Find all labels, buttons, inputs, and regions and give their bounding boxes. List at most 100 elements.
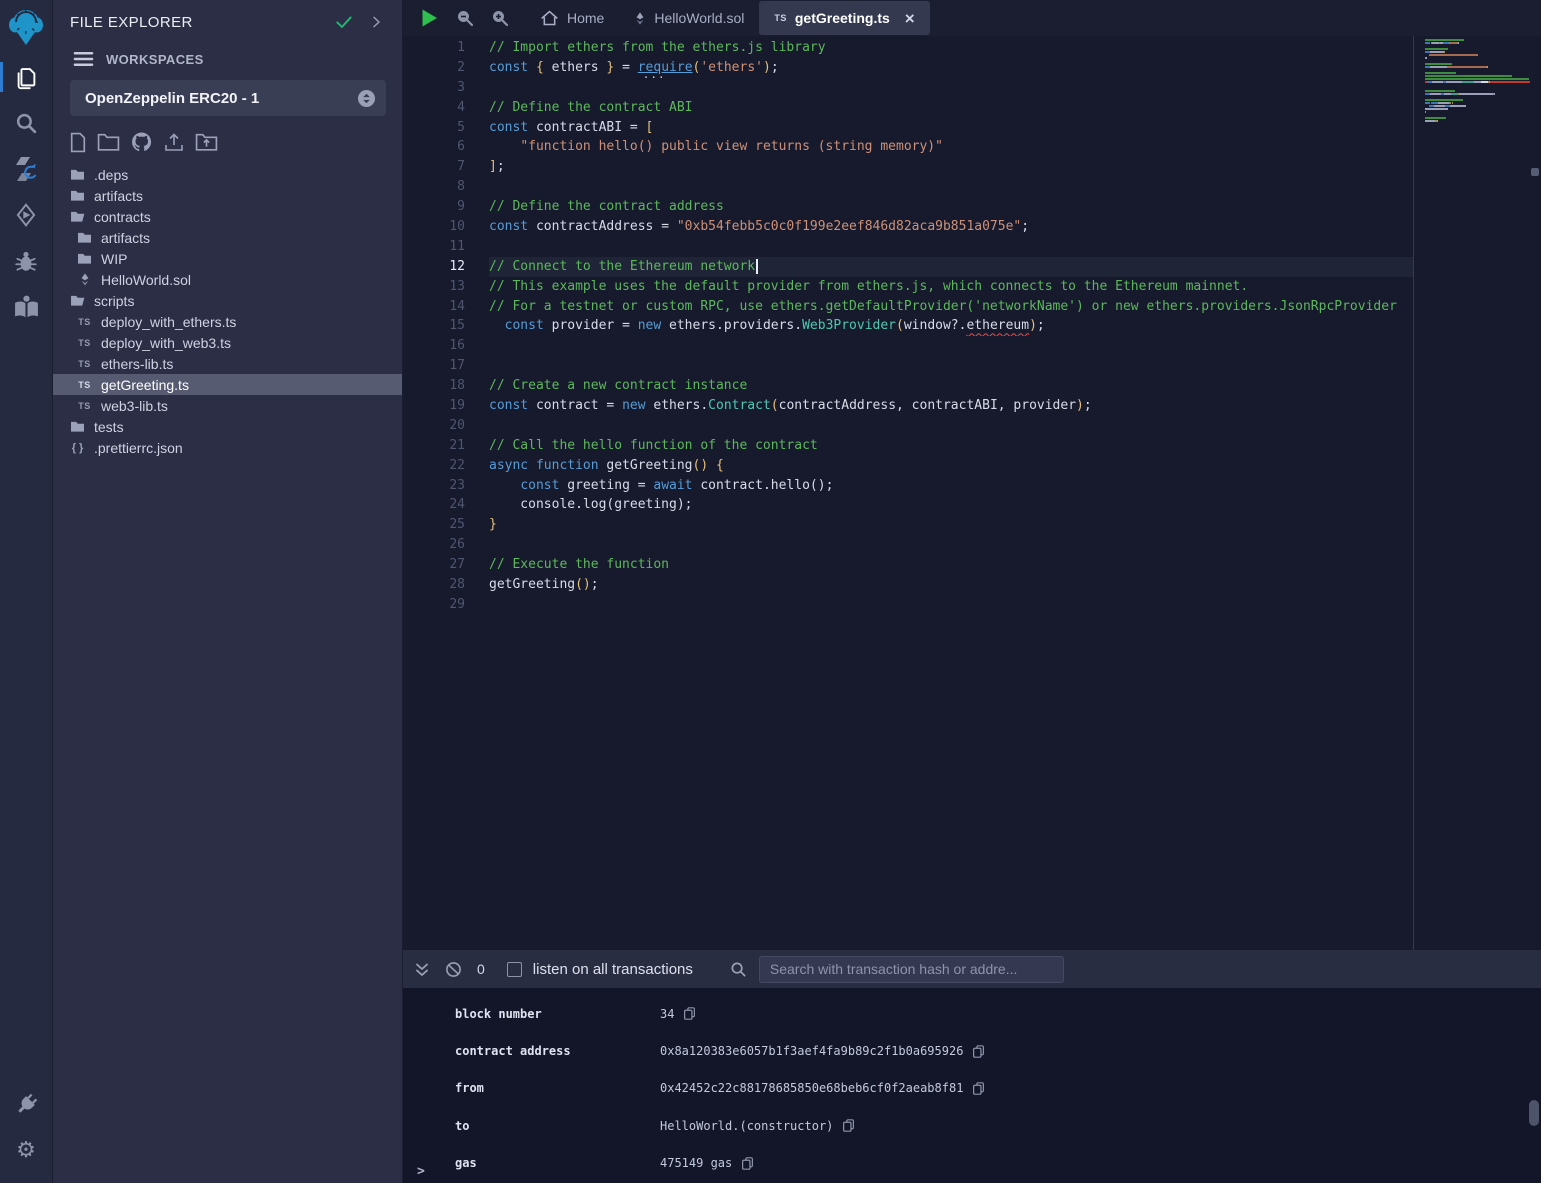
- code-line-8[interactable]: 8: [403, 177, 1413, 197]
- code-line-9[interactable]: 9// Define the contract address: [403, 197, 1413, 217]
- tree-item-scripts[interactable]: scripts: [53, 290, 402, 311]
- line-number[interactable]: 10: [403, 217, 489, 237]
- line-number[interactable]: 29: [403, 595, 489, 615]
- code-line-28[interactable]: 28getGreeting();: [403, 575, 1413, 595]
- solidity-compiler-icon[interactable]: [0, 146, 52, 192]
- github-icon[interactable]: [130, 131, 153, 153]
- tab-HelloWorld.sol[interactable]: HelloWorld.sol: [619, 0, 759, 36]
- ban-icon[interactable]: [445, 961, 462, 978]
- line-number[interactable]: 7: [403, 157, 489, 177]
- tree-item-web3-lib.ts[interactable]: TSweb3-lib.ts: [53, 395, 402, 416]
- line-number[interactable]: 15: [403, 316, 489, 336]
- code-line-12[interactable]: 12// Connect to the Ethereum network: [403, 257, 1413, 277]
- code-line-10[interactable]: 10const contractAddress = "0xb54febb5c0c…: [403, 217, 1413, 237]
- tree-item-tests[interactable]: tests: [53, 416, 402, 437]
- code-line-19[interactable]: 19const contract = new ethers.Contract(c…: [403, 396, 1413, 416]
- line-number[interactable]: 9: [403, 197, 489, 217]
- line-number[interactable]: 1: [403, 38, 489, 58]
- line-number[interactable]: 20: [403, 416, 489, 436]
- code-line-25[interactable]: 25}: [403, 515, 1413, 535]
- line-number[interactable]: 27: [403, 555, 489, 575]
- line-number[interactable]: 24: [403, 495, 489, 515]
- copy-icon[interactable]: [741, 1156, 754, 1171]
- workspace-select[interactable]: OpenZeppelin ERC20 - 1: [70, 80, 386, 116]
- code-line-17[interactable]: 17: [403, 356, 1413, 376]
- code-line-7[interactable]: 7];: [403, 157, 1413, 177]
- code-editor[interactable]: 1// Import ethers from the ethers.js lib…: [403, 36, 1541, 950]
- tree-item-.prettierrc.json[interactable]: { }.prettierrc.json: [53, 437, 402, 458]
- editor-scrollbar-thumb[interactable]: [1531, 168, 1539, 176]
- code-line-26[interactable]: 26: [403, 535, 1413, 555]
- tab-getGreeting.ts[interactable]: TSgetGreeting.ts×: [759, 1, 929, 35]
- code-line-24[interactable]: 24 console.log(greeting);: [403, 495, 1413, 515]
- line-number[interactable]: 2: [403, 58, 489, 78]
- terminal-prompt[interactable]: >: [417, 1164, 425, 1179]
- tree-item-getGreeting.ts[interactable]: TSgetGreeting.ts: [53, 374, 402, 395]
- code-line-22[interactable]: 22async function getGreeting() {: [403, 456, 1413, 476]
- learn-eth-icon[interactable]: [0, 284, 52, 330]
- tab-Home[interactable]: Home: [525, 0, 619, 36]
- line-number[interactable]: 6: [403, 137, 489, 157]
- plugin-manager-icon[interactable]: [0, 1081, 52, 1127]
- terminal-scrollbar-thumb[interactable]: [1529, 1100, 1539, 1126]
- tree-item-artifacts[interactable]: artifacts: [53, 185, 402, 206]
- line-number[interactable]: 3: [403, 78, 489, 98]
- upload-file-icon[interactable]: [163, 132, 185, 153]
- code-line-20[interactable]: 20: [403, 416, 1413, 436]
- code-line-16[interactable]: 16: [403, 336, 1413, 356]
- settings-icon[interactable]: ⚙: [0, 1127, 52, 1173]
- code-line-13[interactable]: 13// This example uses the default provi…: [403, 277, 1413, 297]
- debugger-icon[interactable]: [0, 238, 52, 284]
- line-number[interactable]: 25: [403, 515, 489, 535]
- code-line-21[interactable]: 21// Call the hello function of the cont…: [403, 436, 1413, 456]
- code-line-6[interactable]: 6 "function hello() public view returns …: [403, 137, 1413, 157]
- code-line-23[interactable]: 23 const greeting = await contract.hello…: [403, 476, 1413, 496]
- listen-all-transactions-label[interactable]: listen on all transactions: [533, 961, 693, 978]
- code-line-1[interactable]: 1// Import ethers from the ethers.js lib…: [403, 38, 1413, 58]
- code-line-2[interactable]: 2const { ethers } = require('ethers');: [403, 58, 1413, 78]
- line-number[interactable]: 17: [403, 356, 489, 376]
- play-icon[interactable]: [420, 8, 439, 28]
- line-number[interactable]: 13: [403, 277, 489, 297]
- copy-icon[interactable]: [683, 1006, 696, 1021]
- line-number[interactable]: 21: [403, 436, 489, 456]
- close-icon[interactable]: ×: [905, 10, 915, 27]
- zoom-in-icon[interactable]: [491, 9, 509, 27]
- line-number[interactable]: 14: [403, 297, 489, 317]
- code-line-29[interactable]: 29: [403, 595, 1413, 615]
- code-line-15[interactable]: 15 const provider = new ethers.providers…: [403, 316, 1413, 336]
- line-number[interactable]: 18: [403, 376, 489, 396]
- line-number[interactable]: 16: [403, 336, 489, 356]
- code-line-14[interactable]: 14// For a testnet or custom RPC, use et…: [403, 297, 1413, 317]
- listen-all-transactions-checkbox[interactable]: [507, 962, 522, 977]
- tree-item-WIP[interactable]: WIP: [53, 248, 402, 269]
- line-number[interactable]: 22: [403, 456, 489, 476]
- code-line-18[interactable]: 18// Create a new contract instance: [403, 376, 1413, 396]
- copy-icon[interactable]: [842, 1118, 855, 1133]
- copy-icon[interactable]: [972, 1044, 985, 1059]
- remix-logo-icon[interactable]: [0, 0, 52, 54]
- copy-icon[interactable]: [972, 1081, 985, 1096]
- tree-item-HelloWorld.sol[interactable]: HelloWorld.sol: [53, 269, 402, 290]
- tree-item-contracts[interactable]: contracts: [53, 206, 402, 227]
- line-number[interactable]: 28: [403, 575, 489, 595]
- new-file-icon[interactable]: [69, 132, 87, 153]
- tree-item-deploy_with_web3.ts[interactable]: TSdeploy_with_web3.ts: [53, 332, 402, 353]
- line-number[interactable]: 5: [403, 118, 489, 138]
- code-line-11[interactable]: 11: [403, 237, 1413, 257]
- line-number[interactable]: 11: [403, 237, 489, 257]
- line-number[interactable]: 8: [403, 177, 489, 197]
- terminal-search-input[interactable]: [759, 956, 1064, 983]
- tree-item-.deps[interactable]: .deps: [53, 164, 402, 185]
- code-line-3[interactable]: 3: [403, 78, 1413, 98]
- new-folder-icon[interactable]: [97, 132, 120, 152]
- tree-item-artifacts[interactable]: artifacts: [53, 227, 402, 248]
- upload-folder-icon[interactable]: [195, 132, 218, 152]
- line-number[interactable]: 12: [403, 257, 489, 277]
- file-explorer-icon[interactable]: [0, 54, 52, 100]
- tree-item-deploy_with_ethers.ts[interactable]: TSdeploy_with_ethers.ts: [53, 311, 402, 332]
- hamburger-icon[interactable]: [73, 50, 94, 68]
- code-line-4[interactable]: 4// Define the contract ABI: [403, 98, 1413, 118]
- double-chevron-down-icon[interactable]: [414, 961, 430, 978]
- line-number[interactable]: 23: [403, 476, 489, 496]
